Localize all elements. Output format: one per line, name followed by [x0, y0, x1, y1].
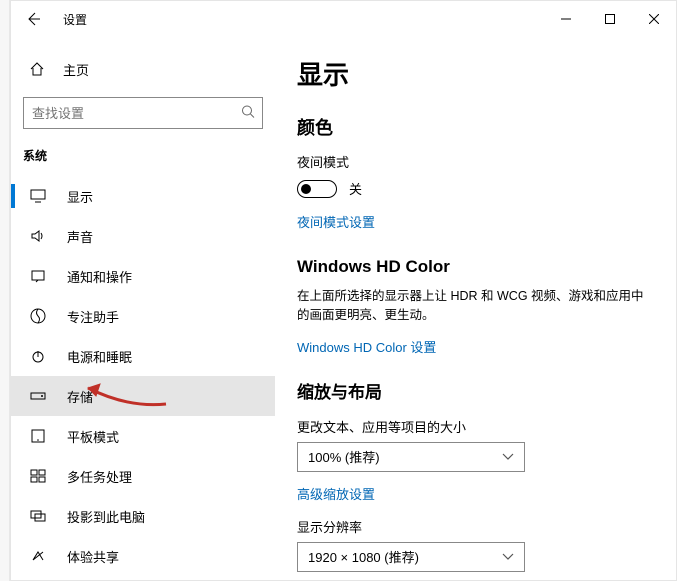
- night-mode-state: 关: [349, 179, 362, 198]
- sidebar-item-label: 体验共享: [67, 547, 119, 566]
- window-title: 设置: [63, 11, 87, 28]
- tablet-icon: [29, 429, 47, 443]
- sidebar-item-label: 专注助手: [67, 307, 119, 326]
- display-icon: [29, 189, 47, 203]
- search-input[interactable]: [23, 97, 263, 129]
- sidebar-item-project[interactable]: 投影到此电脑: [11, 496, 275, 536]
- titlebar: 设置: [11, 1, 676, 37]
- sidebar-item-label: 多任务处理: [67, 467, 132, 486]
- sidebar-item-label: 声音: [67, 227, 93, 246]
- sidebar-home-label: 主页: [63, 60, 89, 79]
- sidebar-item-label: 通知和操作: [67, 267, 132, 286]
- night-mode-label: 夜间模式: [297, 152, 656, 171]
- resolution-select[interactable]: 1920 × 1080 (推荐): [297, 542, 525, 572]
- storage-icon: [29, 390, 47, 402]
- sidebar: 主页 系统 显示 声音: [11, 37, 275, 580]
- sidebar-item-label: 平板模式: [67, 427, 119, 446]
- sidebar-item-label: 存储: [67, 387, 93, 406]
- power-icon: [29, 348, 47, 364]
- sidebar-item-share[interactable]: 体验共享: [11, 536, 275, 576]
- resolution-label: 显示分辨率: [297, 517, 656, 536]
- sidebar-item-display[interactable]: 显示: [11, 176, 275, 216]
- sidebar-home[interactable]: 主页: [11, 51, 275, 87]
- chevron-down-icon: [502, 549, 514, 564]
- focus-icon: [29, 308, 47, 324]
- sidebar-item-sound[interactable]: 声音: [11, 216, 275, 256]
- text-size-select[interactable]: 100% (推荐): [297, 442, 525, 472]
- chevron-down-icon: [502, 449, 514, 464]
- page-title: 显示: [297, 55, 656, 92]
- back-button[interactable]: [17, 3, 49, 35]
- notification-icon: [29, 269, 47, 283]
- close-button[interactable]: [632, 3, 676, 35]
- sidebar-item-label: 投影到此电脑: [67, 507, 145, 526]
- home-icon: [29, 61, 45, 77]
- sidebar-item-storage[interactable]: 存储: [11, 376, 275, 416]
- advanced-scale-link[interactable]: 高级缩放设置: [297, 484, 375, 503]
- resolution-value: 1920 × 1080 (推荐): [308, 547, 419, 566]
- share-icon: [29, 549, 47, 563]
- search-icon: [241, 105, 255, 122]
- sidebar-item-tablet[interactable]: 平板模式: [11, 416, 275, 456]
- sound-icon: [29, 229, 47, 243]
- section-color-heading: 颜色: [297, 114, 656, 140]
- project-icon: [29, 509, 47, 523]
- hdcolor-description: 在上面所选择的显示器上让 HDR 和 WCG 视频、游戏和应用中的画面更明亮、更…: [297, 287, 656, 325]
- sidebar-item-label: 电源和睡眠: [67, 347, 132, 366]
- multitask-icon: [29, 469, 47, 483]
- sidebar-group-label: 系统: [11, 143, 275, 176]
- section-scale-heading: 缩放与布局: [297, 378, 656, 403]
- night-mode-toggle[interactable]: [297, 180, 337, 198]
- sidebar-item-label: 显示: [67, 187, 93, 206]
- section-hdcolor-heading: Windows HD Color: [297, 257, 656, 277]
- text-size-label: 更改文本、应用等项目的大小: [297, 417, 656, 436]
- text-size-value: 100% (推荐): [308, 447, 380, 466]
- sidebar-item-focus[interactable]: 专注助手: [11, 296, 275, 336]
- sidebar-item-notifications[interactable]: 通知和操作: [11, 256, 275, 296]
- maximize-button[interactable]: [588, 3, 632, 35]
- sidebar-item-power[interactable]: 电源和睡眠: [11, 336, 275, 376]
- sidebar-item-multitask[interactable]: 多任务处理: [11, 456, 275, 496]
- night-mode-settings-link[interactable]: 夜间模式设置: [297, 212, 375, 231]
- main-content: 显示 颜色 夜间模式 关 夜间模式设置 Windows HD Color 在上面…: [275, 37, 676, 580]
- minimize-button[interactable]: [544, 3, 588, 35]
- hdcolor-settings-link[interactable]: Windows HD Color 设置: [297, 337, 436, 356]
